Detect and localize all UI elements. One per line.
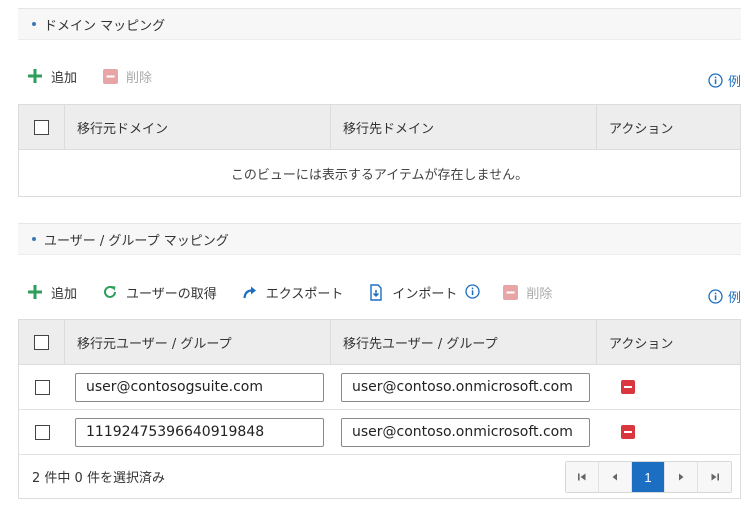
column-header-action: アクション — [609, 121, 674, 137]
domain-example-link[interactable]: 例 — [708, 71, 741, 90]
info-icon — [708, 73, 723, 88]
last-page-button[interactable] — [698, 462, 731, 492]
source-cell: user@contosogsuite.com — [65, 365, 331, 409]
row-select-cell — [19, 410, 65, 454]
row-checkbox[interactable] — [34, 379, 50, 395]
empty-message: このビューには表示するアイテムが存在しません。 — [230, 167, 529, 183]
action-cell — [597, 410, 740, 454]
delete-row-button[interactable] — [621, 380, 635, 394]
get-users-button[interactable]: ユーザーの取得 — [101, 283, 217, 302]
target-user-input[interactable]: user@contoso.onmicrosoft.com — [341, 417, 590, 447]
first-page-button[interactable] — [566, 462, 599, 492]
table-row: user@contosogsuite.com user@contoso.onmi… — [19, 365, 740, 410]
plus-icon — [26, 67, 44, 85]
user-add-label: 追加 — [51, 286, 78, 302]
export-button[interactable]: エクスポート — [241, 283, 344, 302]
row-select-cell — [19, 365, 65, 409]
prev-page-button[interactable] — [599, 462, 632, 492]
domain-delete-button[interactable]: 削除 — [101, 67, 152, 86]
minus-box-icon — [101, 67, 119, 85]
user-toolbar: 追加 ユーザーの取得 エクスポート インポート 削除 — [26, 280, 576, 304]
pagination: 1 — [565, 461, 732, 493]
column-header-action: アクション — [609, 336, 674, 352]
select-all-checkbox[interactable] — [34, 119, 49, 135]
column-header-source-domain[interactable]: 移行元ドメイン — [65, 105, 331, 149]
domain-delete-label: 削除 — [126, 70, 153, 86]
select-all-cell — [19, 105, 65, 149]
user-delete-button[interactable]: 削除 — [501, 283, 552, 302]
bullet-icon — [32, 22, 36, 26]
refresh-icon — [101, 283, 119, 301]
target-cell: user@contoso.onmicrosoft.com — [331, 365, 597, 409]
domain-mapping-grid: 移行元ドメイン 移行先ドメイン アクション このビューには表示するアイテムが存在… — [18, 104, 741, 197]
user-delete-label: 削除 — [526, 286, 553, 302]
user-mapping-header: ユーザー / グループ マッピング — [18, 223, 741, 255]
target-user-input[interactable]: user@contoso.onmicrosoft.com — [341, 372, 590, 402]
source-user-input[interactable]: user@contosogsuite.com — [75, 372, 324, 402]
import-label: インポート — [392, 286, 458, 302]
info-icon — [708, 289, 723, 304]
column-header-target-domain[interactable]: 移行先ドメイン — [331, 105, 597, 149]
grid-footer: 2 件中 0 件を選択済み 1 — [19, 455, 740, 498]
selection-status: 2 件中 0 件を選択済み — [32, 471, 165, 486]
column-header-target-user[interactable]: 移行先ユーザー / グループ — [331, 320, 597, 364]
domain-add-button[interactable]: 追加 — [26, 67, 77, 86]
user-mapping-title: ユーザー / グループ マッピング — [44, 233, 229, 249]
bullet-icon — [32, 237, 36, 241]
action-cell — [597, 365, 740, 409]
export-arrow-icon — [241, 283, 259, 301]
import-info-icon[interactable] — [465, 284, 481, 300]
import-file-icon — [367, 283, 385, 301]
table-row: 11192475396640919848 user@contoso.onmicr… — [19, 410, 740, 455]
prev-page-icon — [612, 473, 617, 481]
next-page-button[interactable] — [665, 462, 698, 492]
domain-toolbar: 追加 削除 — [26, 64, 176, 88]
next-page-icon — [679, 473, 684, 481]
select-all-cell — [19, 320, 65, 364]
column-header-source-user[interactable]: 移行元ユーザー / グループ — [65, 320, 331, 364]
user-mapping-grid: 移行元ユーザー / グループ 移行先ユーザー / グループ アクション user… — [18, 319, 741, 499]
grid-header: 移行元ユーザー / グループ 移行先ユーザー / グループ アクション — [19, 320, 740, 365]
select-all-checkbox[interactable] — [34, 334, 49, 350]
get-users-label: ユーザーの取得 — [126, 286, 217, 302]
delete-row-button[interactable] — [621, 425, 635, 439]
minus-icon — [624, 431, 632, 433]
page-number-button[interactable]: 1 — [632, 462, 665, 492]
row-checkbox[interactable] — [34, 424, 50, 440]
first-page-icon — [578, 473, 586, 481]
user-add-button[interactable]: 追加 — [26, 283, 77, 302]
user-example-link[interactable]: 例 — [708, 287, 741, 306]
grid-header: 移行元ドメイン 移行先ドメイン アクション — [19, 105, 740, 150]
minus-icon — [624, 386, 632, 388]
user-example-label: 例 — [727, 291, 741, 306]
source-user-input[interactable]: 11192475396640919848 — [75, 417, 324, 447]
import-button[interactable]: インポート — [367, 283, 457, 302]
export-label: エクスポート — [265, 286, 344, 302]
domain-example-label: 例 — [727, 75, 741, 90]
plus-icon — [26, 283, 44, 301]
minus-box-icon — [501, 283, 519, 301]
domain-mapping-header: ドメイン マッピング — [18, 8, 741, 40]
last-page-icon — [711, 473, 719, 481]
domain-add-label: 追加 — [51, 70, 78, 86]
domain-mapping-title: ドメイン マッピング — [44, 18, 166, 34]
source-cell: 11192475396640919848 — [65, 410, 331, 454]
target-cell: user@contoso.onmicrosoft.com — [331, 410, 597, 454]
